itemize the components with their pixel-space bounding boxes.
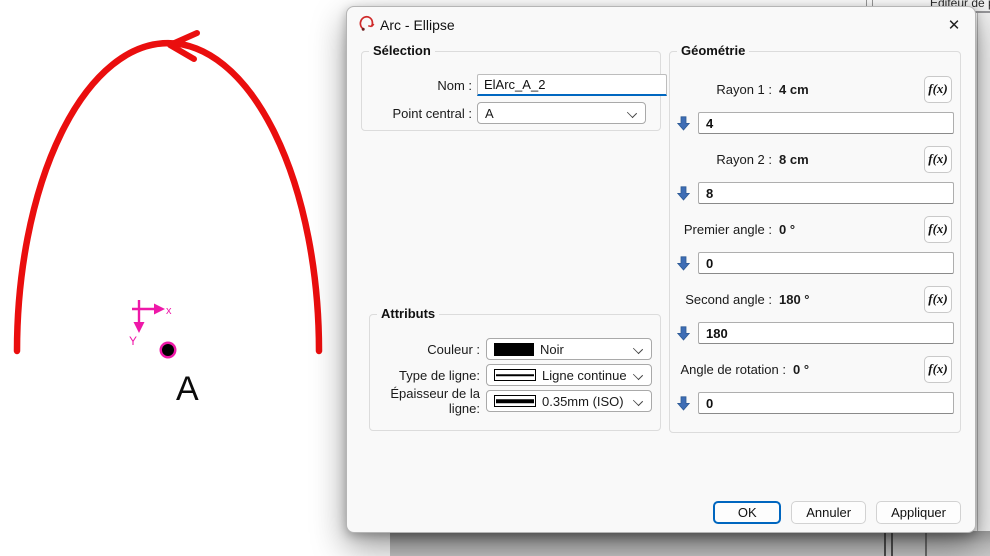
name-input[interactable] bbox=[477, 74, 667, 96]
center-point-value: A bbox=[485, 106, 494, 121]
linetype-value: Ligne continue bbox=[542, 368, 627, 383]
name-row: Nom : bbox=[370, 73, 646, 97]
close-icon[interactable]: ✕ bbox=[941, 12, 967, 38]
color-swatch-black bbox=[494, 343, 534, 356]
chevron-down-icon bbox=[633, 396, 643, 406]
background-window-strip bbox=[390, 531, 990, 556]
center-point-row: Point central : A bbox=[370, 101, 646, 125]
center-point-label: Point central : bbox=[370, 106, 472, 121]
rotation-angle-label: Angle de rotation : bbox=[678, 362, 786, 377]
premier-angle-label: Premier angle : bbox=[678, 222, 772, 237]
chevron-down-icon bbox=[633, 370, 643, 380]
rotation-angle-value: 0 ° bbox=[793, 362, 809, 377]
rotation-angle-label-row: Angle de rotation : 0 ° f(x) bbox=[678, 355, 952, 383]
rayon1-value: 4 cm bbox=[779, 82, 809, 97]
apply-button[interactable]: Appliquer bbox=[876, 501, 961, 524]
center-point-dropdown[interactable]: A bbox=[477, 102, 646, 124]
second-angle-value: 180 ° bbox=[779, 292, 810, 307]
chevron-down-icon bbox=[633, 344, 643, 354]
second-angle-label: Second angle : bbox=[678, 292, 772, 307]
linewidth-row: Épaisseur de la ligne: 0.35mm (ISO) bbox=[376, 389, 652, 413]
y-axis-arrowhead bbox=[134, 322, 145, 333]
y-axis-label: Y bbox=[129, 334, 137, 348]
point-A[interactable] bbox=[162, 344, 174, 356]
rayon2-value: 8 cm bbox=[779, 152, 809, 167]
background-window-border bbox=[884, 531, 886, 556]
second-angle-label-row: Second angle : 180 ° f(x) bbox=[678, 285, 952, 313]
premier-angle-value: 0 ° bbox=[779, 222, 795, 237]
app-window: .. Éditeur de p x Y A Arc - Ellips bbox=[0, 0, 990, 556]
rayon1-input[interactable] bbox=[698, 112, 954, 134]
rayon2-label-row: Rayon 2 : 8 cm f(x) bbox=[678, 145, 952, 173]
apply-down-arrow-icon bbox=[674, 256, 692, 271]
premier-angle-input[interactable] bbox=[698, 252, 954, 274]
linewidth-label: Épaisseur de la ligne: bbox=[376, 386, 480, 416]
dialog-title: Arc - Ellipse bbox=[380, 17, 455, 33]
background-window-border bbox=[891, 531, 893, 556]
apply-down-arrow-icon bbox=[674, 186, 692, 201]
rayon1-fx-button[interactable]: f(x) bbox=[924, 76, 952, 103]
arc-ellipse-dialog: Arc - Ellipse ✕ Sélection Nom : Point ce… bbox=[346, 6, 976, 533]
color-label: Couleur : bbox=[376, 342, 480, 357]
rayon2-label: Rayon 2 : bbox=[678, 152, 772, 167]
rayon2-input[interactable] bbox=[698, 182, 954, 204]
selection-groupbox: Sélection Nom : Point central : A bbox=[361, 51, 661, 131]
linetype-preview-icon bbox=[494, 369, 536, 381]
dialog-buttons: OK Annuler Appliquer bbox=[713, 501, 961, 524]
selection-legend: Sélection bbox=[369, 43, 435, 58]
rayon1-input-row bbox=[674, 111, 954, 135]
attributes-groupbox: Attributs Couleur : Noir Type de ligne: … bbox=[369, 314, 661, 431]
arc-tool-icon bbox=[359, 14, 376, 33]
linewidth-value: 0.35mm (ISO) bbox=[542, 394, 624, 409]
color-row: Couleur : Noir bbox=[376, 337, 652, 361]
color-dropdown[interactable]: Noir bbox=[486, 338, 652, 360]
geometry-legend: Géométrie bbox=[677, 43, 749, 58]
rotation-angle-input-row bbox=[674, 391, 954, 415]
premier-angle-label-row: Premier angle : 0 ° f(x) bbox=[678, 215, 952, 243]
name-label: Nom : bbox=[370, 78, 472, 93]
point-A-label: A bbox=[176, 370, 199, 408]
second-angle-input[interactable] bbox=[698, 322, 954, 344]
background-window-border bbox=[925, 531, 927, 556]
ok-button[interactable]: OK bbox=[713, 501, 781, 524]
second-angle-input-row bbox=[674, 321, 954, 345]
background-panel-edge bbox=[977, 0, 990, 556]
x-axis-label: x bbox=[166, 305, 172, 317]
dialog-titlebar[interactable]: Arc - Ellipse ✕ bbox=[347, 7, 975, 43]
drawing-canvas[interactable]: x Y A bbox=[0, 0, 345, 556]
x-axis-arrowhead bbox=[154, 304, 165, 315]
geometry-groupbox: Géométrie Rayon 1 : 4 cm f(x) Rayon 2 : … bbox=[669, 51, 961, 433]
apply-down-arrow-icon bbox=[674, 116, 692, 131]
rotation-angle-input[interactable] bbox=[698, 392, 954, 414]
premier-angle-fx-button[interactable]: f(x) bbox=[924, 216, 952, 243]
cancel-button[interactable]: Annuler bbox=[791, 501, 866, 524]
apply-down-arrow-icon bbox=[674, 326, 692, 341]
rayon2-fx-button[interactable]: f(x) bbox=[924, 146, 952, 173]
linetype-row: Type de ligne: Ligne continue bbox=[376, 363, 652, 387]
second-angle-fx-button[interactable]: f(x) bbox=[924, 286, 952, 313]
rayon1-label: Rayon 1 : bbox=[678, 82, 772, 97]
color-value: Noir bbox=[540, 342, 564, 357]
linewidth-preview-icon bbox=[494, 395, 536, 407]
rotation-angle-fx-button[interactable]: f(x) bbox=[924, 356, 952, 383]
chevron-down-icon bbox=[627, 108, 637, 118]
apply-down-arrow-icon bbox=[674, 396, 692, 411]
rayon1-label-row: Rayon 1 : 4 cm f(x) bbox=[678, 75, 952, 103]
rayon2-input-row bbox=[674, 181, 954, 205]
linewidth-dropdown[interactable]: 0.35mm (ISO) bbox=[486, 390, 652, 412]
attributes-legend: Attributs bbox=[377, 306, 439, 321]
linetype-dropdown[interactable]: Ligne continue bbox=[486, 364, 652, 386]
local-axes-marker: x Y bbox=[129, 300, 172, 348]
premier-angle-input-row bbox=[674, 251, 954, 275]
linetype-label: Type de ligne: bbox=[376, 368, 480, 383]
